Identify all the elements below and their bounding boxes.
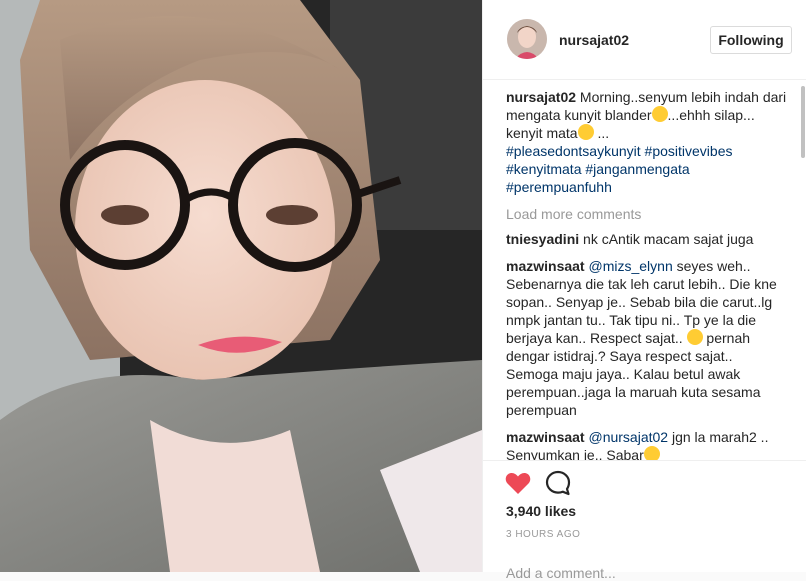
post-timestamp[interactable]: 3 HOURS AGO bbox=[506, 529, 580, 540]
caption-username[interactable]: nursajat02 bbox=[506, 89, 576, 105]
comment-username[interactable]: mazwinsaat bbox=[506, 429, 585, 445]
following-button[interactable]: Following bbox=[710, 26, 792, 54]
caption: nursajat02 Morning..senyum lebih indah d… bbox=[506, 88, 788, 196]
wink-tongue-emoji-icon bbox=[577, 124, 594, 140]
comments-list: nursajat02 Morning..senyum lebih indah d… bbox=[506, 88, 788, 460]
comment-username[interactable]: tniesyadini bbox=[506, 231, 579, 247]
hashtag[interactable]: #kenyitmata bbox=[506, 161, 581, 177]
load-more-comments[interactable]: Load more comments bbox=[506, 205, 788, 223]
comment-item: mazwinsaat @nursajat02 jgn la marah2 .. … bbox=[506, 428, 788, 460]
hashtag[interactable]: #perempuanfuhh bbox=[506, 179, 612, 195]
caption-text-3: ... bbox=[593, 125, 610, 141]
blush-emoji-icon bbox=[643, 446, 660, 460]
post-actions: 3,940 likes 3 HOURS AGO Add a comment... bbox=[483, 460, 806, 581]
header-username[interactable]: nursajat02 bbox=[559, 32, 629, 48]
comment-username[interactable]: mazwinsaat bbox=[506, 258, 585, 274]
comment-item: tniesyadini nk cAntik macam sajat juga bbox=[506, 230, 788, 248]
selfie-illustration bbox=[0, 0, 482, 572]
hashtag[interactable]: #positivevibes bbox=[645, 143, 733, 159]
comment-bubble-icon[interactable] bbox=[545, 470, 571, 496]
comment-mention[interactable]: @mizs_elynn bbox=[588, 258, 672, 274]
comment-item: mazwinsaat @mizs_elynn seyes weh.. Seben… bbox=[506, 257, 788, 419]
add-comment-input[interactable]: Add a comment... bbox=[506, 565, 616, 581]
comments-scrollbar[interactable] bbox=[801, 86, 805, 158]
comment-mention[interactable]: @nursajat02 bbox=[588, 429, 668, 445]
post-header: nursajat02 Following bbox=[483, 0, 806, 80]
hashtag[interactable]: #janganmengata bbox=[585, 161, 689, 177]
avatar[interactable] bbox=[507, 19, 547, 59]
post-photo[interactable] bbox=[0, 0, 482, 572]
smile-emoji-icon bbox=[686, 329, 703, 345]
post-details-panel: nursajat02 Following nursajat02 Morning.… bbox=[482, 0, 806, 581]
rofl-emoji-icon bbox=[651, 106, 668, 122]
heart-icon[interactable] bbox=[505, 471, 531, 495]
hashtag[interactable]: #pleasedontsaykunyit bbox=[506, 143, 641, 159]
comment-text: nk cAntik macam sajat juga bbox=[579, 231, 754, 247]
profile-avatar-icon bbox=[507, 19, 547, 59]
likes-count[interactable]: 3,940 likes bbox=[506, 503, 576, 519]
